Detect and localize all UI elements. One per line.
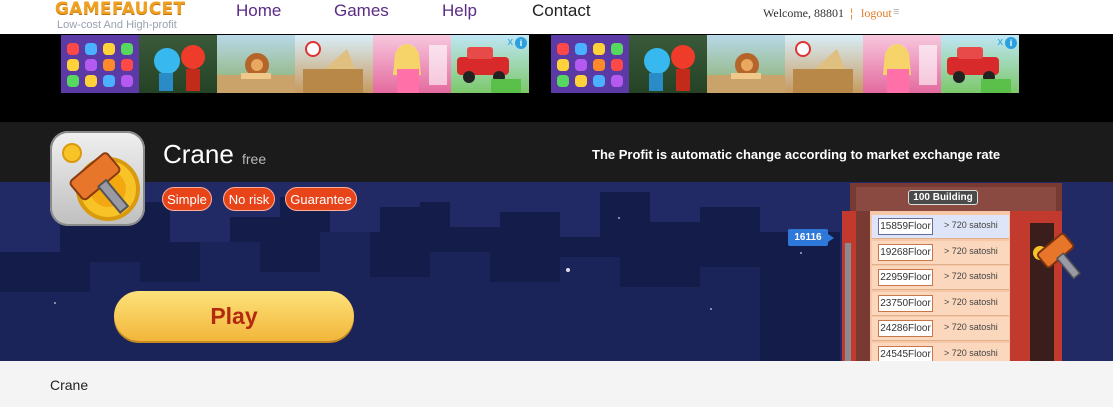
floor-number: 22959Floor [878, 269, 933, 286]
snail-icon [707, 53, 785, 93]
header-separator: ¦ [850, 6, 854, 20]
floor-number: 15859Floor [878, 218, 933, 235]
floor-row: 24286Floor > 720 satoshi [872, 317, 1009, 341]
floor-reward: > 720 satoshi [944, 220, 998, 230]
snail-icon [217, 53, 295, 93]
archer-icon [793, 41, 853, 93]
nav-home[interactable]: Home [236, 1, 281, 21]
hammer-coin-icon [62, 143, 140, 221]
logout-link[interactable]: logout [861, 6, 892, 21]
menu-icon[interactable]: ≡ [893, 6, 899, 18]
archer-icon [303, 41, 363, 93]
site-logo[interactable]: GAMEFAUCET Low-cost And High-profit [55, 0, 185, 32]
ad-info-icon[interactable]: i [515, 37, 527, 49]
ad-close-icon[interactable]: x [508, 36, 514, 48]
floor-reward: > 720 satoshi [944, 347, 998, 358]
current-floor-marker: 16116 [788, 229, 828, 246]
floor-number: 23750Floor [878, 294, 933, 312]
ad-band: i x i x [0, 34, 1113, 122]
girl-dressup-game-thumbnail[interactable] [863, 35, 941, 93]
candy-game-thumbnail[interactable] [61, 35, 139, 93]
breadcrumb: Crane [50, 377, 89, 393]
girl-icon [393, 44, 447, 93]
fire-water-game-thumbnail[interactable] [629, 35, 707, 93]
tag-guarantee: Guarantee [285, 187, 357, 211]
ad-banner-left[interactable]: i x [61, 35, 529, 93]
floor-row: 15859Floor > 720 satoshi [872, 215, 1009, 239]
nav-contact[interactable]: Contact [532, 1, 591, 21]
tag-no-risk: No risk [223, 187, 275, 211]
logo-text: GAMEFAUCET [55, 0, 186, 19]
ad-close-icon[interactable]: x [998, 36, 1004, 48]
girl-dressup-game-thumbnail[interactable] [373, 35, 451, 93]
nav-games[interactable]: Games [334, 1, 389, 21]
profit-note: The Profit is automatic change according… [592, 147, 1001, 162]
floor-number: 19268Floor [878, 243, 933, 261]
girl-icon [883, 44, 937, 93]
fire-water-game-thumbnail[interactable] [139, 35, 217, 93]
floor-number: 24286Floor [878, 320, 933, 337]
top-header: GAMEFAUCET Low-cost And High-profit Home… [0, 0, 1113, 34]
fire-water-icon [154, 45, 205, 91]
candy-game-thumbnail[interactable] [551, 35, 629, 93]
floor-row: 19268Floor > 720 satoshi [872, 240, 1009, 265]
marker-pointer-icon [828, 234, 834, 242]
archer-game-thumbnail[interactable] [785, 35, 863, 93]
nav-help[interactable]: Help [442, 1, 477, 21]
play-button[interactable]: Play [114, 291, 354, 341]
content-area [0, 361, 1113, 407]
floor-row: 22959Floor > 720 satoshi [872, 266, 1009, 290]
floor-reward: > 720 satoshi [944, 322, 998, 332]
snail-game-thumbnail[interactable] [217, 35, 295, 93]
floor-reward: > 720 satoshi [944, 245, 998, 256]
floor-reward: > 720 satoshi [944, 296, 998, 307]
game-price-label: free [242, 151, 267, 167]
hammer-icon [1033, 232, 1081, 280]
crane-game-icon[interactable] [50, 131, 145, 226]
building-label: 100 Building [908, 190, 978, 205]
floor-reward: > 720 satoshi [944, 271, 998, 281]
ad-info-icon[interactable]: i [1005, 37, 1017, 49]
logo-tagline: Low-cost And High-profit [57, 19, 177, 31]
archer-game-thumbnail[interactable] [295, 35, 373, 93]
ad-banner-right[interactable]: i x [551, 35, 1019, 93]
game-title: Crane [163, 139, 234, 169]
floor-row: 23750Floor > 720 satoshi [872, 291, 1009, 316]
tag-simple: Simple [162, 187, 212, 211]
fire-water-icon [644, 45, 695, 91]
welcome-text: Welcome, 88801 [763, 6, 845, 20]
floor-number: 24545Floor [878, 345, 933, 363]
snail-game-thumbnail[interactable] [707, 35, 785, 93]
